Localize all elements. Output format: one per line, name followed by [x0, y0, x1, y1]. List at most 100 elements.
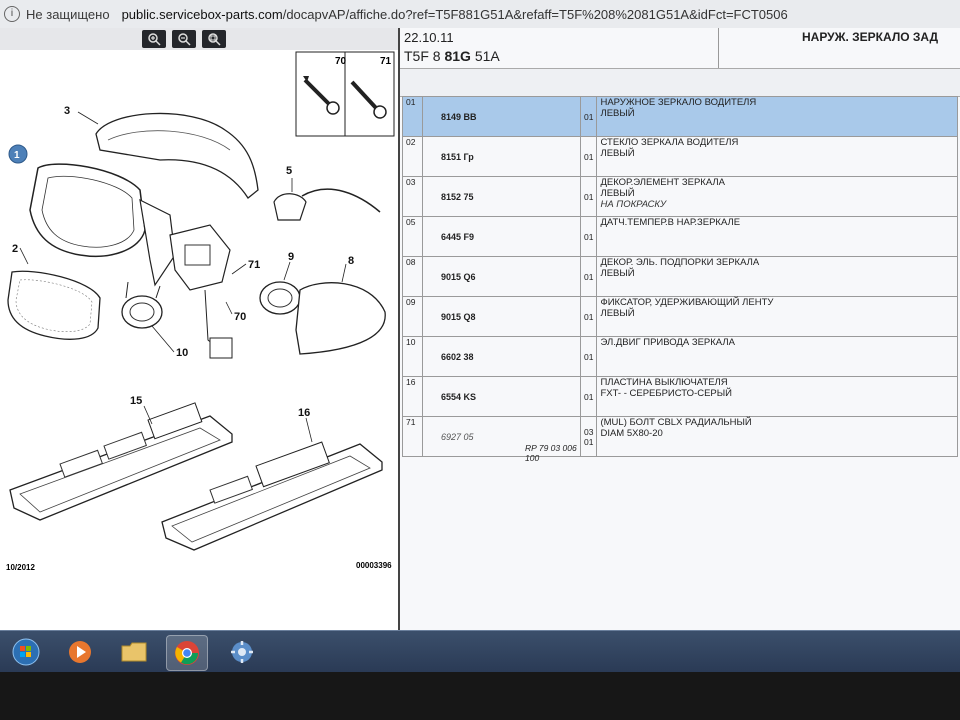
header-divider	[718, 28, 719, 68]
zoom-in-icon[interactable]	[142, 30, 166, 48]
screw-inset: 70 71	[295, 51, 395, 137]
part-reference[interactable]: 8152 75	[441, 192, 474, 202]
catalog-date: 22.10.11	[404, 30, 454, 45]
part-reference-alt[interactable]: RP 79 03 006 100	[525, 443, 580, 463]
callout-15[interactable]: 15	[130, 395, 142, 407]
header-band	[400, 69, 960, 97]
diagram-number: 00003396	[356, 561, 392, 570]
catalog-code: T5F 8 81G 51A	[404, 48, 500, 64]
description-line: ЛЕВЫЙ	[600, 268, 635, 279]
callout-70[interactable]: 70	[234, 311, 246, 323]
description-line: ЛЕВЫЙ	[600, 108, 635, 119]
callout-3[interactable]: 3	[64, 105, 70, 117]
callout-8[interactable]: 8	[348, 255, 354, 267]
part-reference[interactable]: 6554 KS	[441, 392, 476, 402]
page-title: НАРУЖ. ЗЕРКАЛО ЗАД	[802, 30, 939, 44]
callout-16[interactable]: 16	[298, 407, 310, 419]
monitor-bezel	[0, 672, 960, 720]
description-line: НАРУЖНОЕ ЗЕРКАЛО ВОДИТЕЛЯ	[600, 97, 757, 108]
callout-71[interactable]: 71	[248, 259, 260, 271]
description-line: ДАТЧ.ТЕМПЕР.В НАР.ЗЕРКАЛЕ	[600, 217, 741, 228]
row-index: 10	[402, 336, 423, 377]
description-cell: ДАТЧ.ТЕМПЕР.В НАР.ЗЕРКАЛЕ	[596, 216, 958, 257]
quantity: 03	[584, 427, 594, 437]
not-secure-icon: i	[4, 6, 20, 22]
zoom-out-icon[interactable]	[172, 30, 196, 48]
description-line: ФИКСАТОР, УДЕРЖИВАЮЩИЙ ЛЕНТУ	[600, 297, 774, 308]
part-reference[interactable]: 8151 Гр	[441, 152, 474, 162]
part-reference[interactable]: 8149 BB	[441, 112, 477, 122]
description-line: FXT- - СЕРЕБРИСТО-СЕРЫЙ	[600, 388, 733, 399]
ref-cell: 8152 75	[422, 176, 581, 217]
chrome-icon[interactable]	[166, 635, 208, 671]
ref-cell: 9015 Q8	[422, 296, 581, 337]
screen: i Не защищено public.servicebox-parts.co…	[0, 0, 960, 672]
qty-cell: 01	[579, 216, 598, 257]
code-bold: 81G	[444, 48, 471, 64]
table-row[interactable]: 08 9015 Q6 01 ДЕКОР. ЭЛЬ. ПОДПОРКИ ЗЕРКАЛА Л…	[402, 256, 958, 297]
exploded-diagram: 70 71 1 2 3 5 8 9 10 15 16 70 71 10/2012…	[6, 51, 395, 572]
ref-cell: 6927 05 RP 79 03 006 100	[422, 416, 581, 463]
part-5-sensor	[273, 188, 381, 221]
file-explorer-icon[interactable]	[114, 635, 154, 669]
quantity: 01	[584, 272, 594, 282]
table-row[interactable]: 09 9015 Q8 01 ФИКСАТОР, УДЕРЖИВАЮЩИЙ ЛЕНТУ Л…	[402, 296, 958, 337]
table-row[interactable]: 01 8149 BB 01 НАРУЖНОЕ ЗЕРКАЛО ВОДИТЕЛЯ ЛЕВЫ…	[402, 96, 958, 137]
table-row[interactable]: 16 6554 KS 01 ПЛАСТИНА ВЫКЛЮЧАТЕЛЯ FXT- - СЕ…	[402, 376, 958, 417]
description-cell: НАРУЖНОЕ ЗЕРКАЛО ВОДИТЕЛЯ ЛЕВЫЙ	[596, 96, 958, 137]
callout-1[interactable]: 1	[14, 150, 20, 161]
start-orb-icon[interactable]	[6, 635, 46, 669]
callout-2[interactable]: 2	[12, 243, 18, 255]
quantity: 01	[584, 312, 594, 322]
part-reference[interactable]: 9015 Q8	[441, 312, 476, 322]
table-row[interactable]: 10 6602 38 01 ЭЛ.ДВИГ ПРИВОДА ЗЕРКАЛА	[402, 336, 958, 377]
description-cell: ФИКСАТОР, УДЕРЖИВАЮЩИЙ ЛЕНТУ ЛЕВЫЙ	[596, 296, 958, 337]
part-16-switch-panel	[161, 441, 383, 551]
address-bar[interactable]: i Не защищено public.servicebox-parts.co…	[0, 0, 960, 29]
ref-cell: 6602 38	[422, 336, 581, 377]
part-reference[interactable]: 9015 Q6	[441, 272, 476, 282]
ref-cell: 9015 Q6	[422, 256, 581, 297]
quantity: 01	[584, 392, 594, 402]
parts-header: 22.10.11 T5F 8 81G 51A НАРУЖ. ЗЕРКАЛО ЗА…	[400, 28, 960, 69]
app-gear-icon[interactable]	[222, 635, 262, 669]
row-index: 03	[402, 176, 423, 217]
row-index: 16	[402, 376, 423, 417]
qty-cell: 01	[579, 136, 598, 177]
part-15-switch-panel	[9, 402, 233, 521]
security-label: Не защищено	[26, 6, 110, 22]
qty-cell: 01	[579, 296, 598, 337]
quantity-alt: 01	[584, 437, 594, 447]
parts-table: 01 8149 BB 01 НАРУЖНОЕ ЗЕРКАЛО ВОДИТЕЛЯ ЛЕВЫ…	[402, 96, 958, 463]
part-reference[interactable]: 6927 05	[441, 432, 474, 442]
quantity: 01	[584, 152, 594, 162]
ref-cell: 6554 KS	[422, 376, 581, 417]
table-row[interactable]: 71 6927 05 RP 79 03 006 100 03 01 (MUL) БОЛТ …	[402, 416, 958, 463]
description-line: (MUL) БОЛТ CBLX РАДИАЛЬНЫЙ	[600, 417, 752, 428]
zoom-fit-icon[interactable]	[202, 30, 226, 48]
inset-label-70: 70	[335, 56, 347, 67]
part-10-motor	[121, 281, 163, 329]
taskbar	[0, 630, 960, 672]
description-line: ПЛАСТИНА ВЫКЛЮЧАТЕЛЯ	[600, 377, 728, 388]
mirror-mechanism	[169, 224, 233, 359]
table-row[interactable]: 02 8151 Гр 01 СТЕКЛО ЗЕРКАЛА ВОДИТЕЛЯ ЛЕВЫЙ	[402, 136, 958, 177]
media-player-icon[interactable]	[60, 635, 100, 669]
part-reference[interactable]: 6445 F9	[441, 232, 474, 242]
qty-cell: 01	[579, 96, 598, 137]
description-line: ЛЕВЫЙ	[600, 188, 635, 199]
qty-cell: 03 01	[579, 416, 598, 457]
description-line: ЛЕВЫЙ	[600, 308, 635, 319]
table-row[interactable]: 03 8152 75 01 ДЕКОР.ЭЛЕМЕНТ ЗЕРКАЛА ЛЕВЫЙ НА …	[402, 176, 958, 217]
ref-cell: 8151 Гр	[422, 136, 581, 177]
quantity: 01	[584, 192, 594, 202]
url-text[interactable]: public.servicebox-parts.com/docapvAP/aff…	[122, 7, 788, 22]
part-reference[interactable]: 6602 38	[441, 352, 474, 362]
diagram-toolbar	[0, 28, 398, 50]
table-row[interactable]: 05 6445 F9 01 ДАТЧ.ТЕМПЕР.В НАР.ЗЕРКАЛЕ	[402, 216, 958, 257]
row-index: 05	[402, 216, 423, 257]
callout-10[interactable]: 10	[176, 347, 188, 359]
callout-5[interactable]: 5	[286, 165, 292, 177]
part-2-glass	[7, 270, 101, 340]
callout-9[interactable]: 9	[288, 251, 294, 263]
